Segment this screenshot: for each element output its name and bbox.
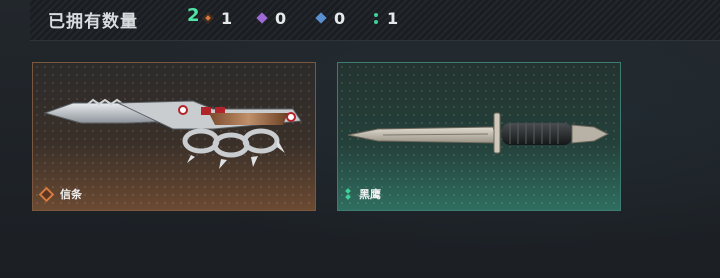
stat-blue-value: 0 (334, 8, 346, 28)
stat-green: 1 (374, 8, 399, 28)
stat-purple-value: 0 (275, 8, 287, 28)
purple-diamond-icon (256, 12, 268, 24)
item-name: 黑鹰 (359, 188, 381, 201)
blue-diamond-icon (315, 12, 327, 24)
stat-orange: 1 (202, 8, 233, 28)
rarity-dots-icon (345, 188, 351, 200)
owned-count-value: 2 (187, 5, 200, 26)
rarity-diamond-icon (38, 186, 55, 202)
green-dots-icon (374, 12, 378, 24)
stat-orange-value: 1 (221, 8, 233, 28)
owned-count-label: 已拥有数量 (48, 12, 138, 32)
item-label-row: 黑鹰 (345, 186, 381, 202)
header-bar: 已拥有数量 2 1 0 0 1 (30, 0, 720, 41)
stat-green-value: 1 (387, 8, 399, 28)
item-label-row: 信条 (38, 186, 82, 202)
orange-diamond-icon (202, 12, 214, 24)
stat-purple: 0 (256, 8, 287, 28)
stat-blue: 0 (315, 8, 346, 28)
item-card-heiying[interactable]: 黑鹰 (337, 62, 621, 211)
item-card-xintiao[interactable]: 信条 (32, 62, 316, 211)
item-name: 信条 (60, 188, 82, 201)
